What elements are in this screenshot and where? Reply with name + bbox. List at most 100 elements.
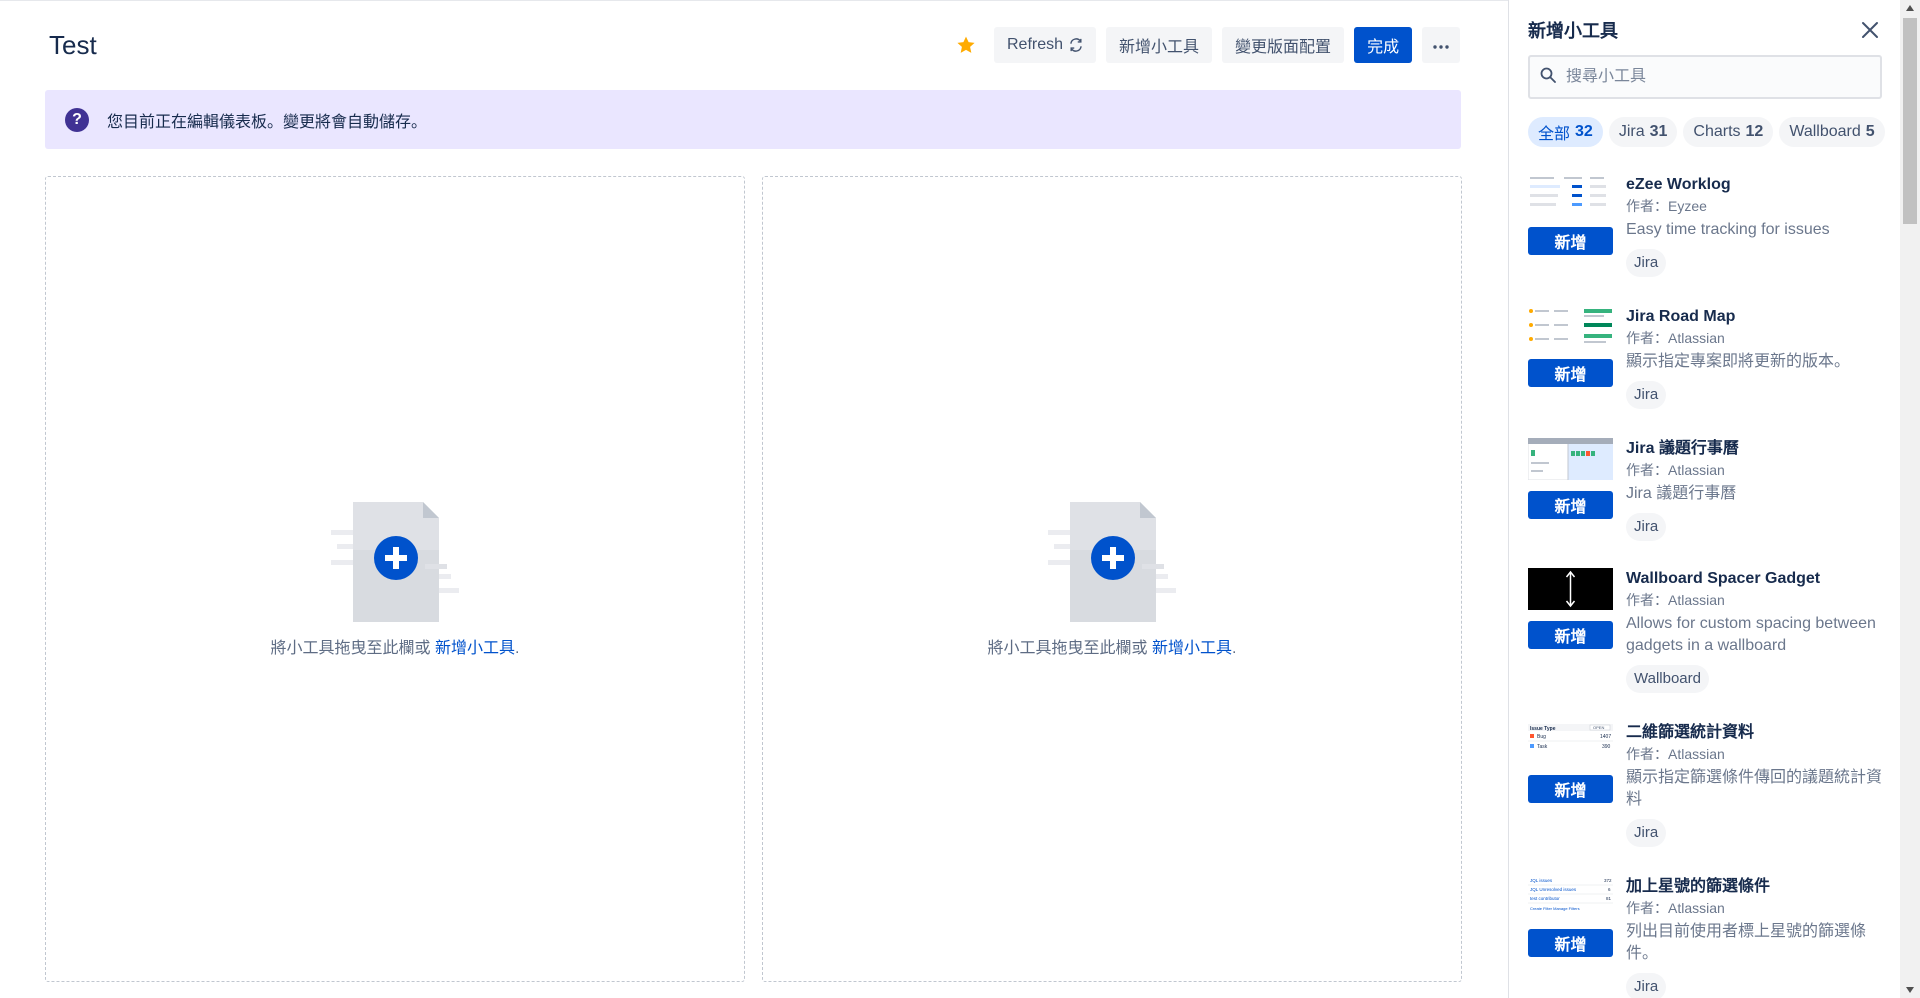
dashboard-column-2[interactable]: 將小工具拖曳至此欄或 新增小工具.	[762, 176, 1462, 982]
gadget-item: 新增 eZee Worklog 作者：Eyzee Easy time track…	[1528, 170, 1888, 302]
scrollbar-thumb[interactable]	[1903, 18, 1917, 224]
dashboard-editor: Test Refresh 新增小工具 變更版面配置 完成 ? 您目前正在編輯儀表…	[0, 0, 1920, 998]
gadget-author: 作者：Atlassian	[1626, 592, 1725, 608]
gadget-item: JQL issues 372 JQL Unresolved issues 6 t…	[1528, 872, 1888, 998]
refresh-label: Refresh	[1007, 36, 1064, 53]
panel-title: 新增小工具	[1528, 21, 1618, 41]
gadget-info: 二維篩選統計資料 作者：Atlassian 顯示指定篩選條件傳回的議題統計資料 …	[1626, 723, 1886, 847]
add-gadget-panel: 新增小工具 全部32 Jira31 Charts12 Wallboard5	[1508, 0, 1900, 998]
gadget-description: Allows for custom spacing between gadget…	[1626, 615, 1876, 654]
gadget-name: Jira 議題行事曆	[1626, 440, 1739, 457]
search-input[interactable]	[1566, 68, 1866, 86]
thumb-row-label: JQL issues	[1530, 878, 1553, 883]
thumb-row-value: 1407	[1600, 734, 1611, 740]
gadget-thumbnail-icon: JQL issues 372 JQL Unresolved issues 6 t…	[1528, 876, 1613, 918]
gadget-info: Wallboard Spacer Gadget 作者：Atlassian All…	[1626, 569, 1886, 693]
thumb-row-label: Bug	[1537, 734, 1546, 740]
drop-hint-text: 將小工具拖曳至此欄或	[987, 640, 1152, 657]
filter-count: 5	[1865, 123, 1875, 140]
dashboard-toolbar: Refresh 新增小工具 變更版面配置 完成	[952, 27, 1461, 63]
banner-text: 您目前正在編輯儀表板。變更將會自動儲存。	[107, 113, 428, 131]
gadget-author: 作者：Atlassian	[1626, 462, 1725, 478]
add-gadget-link[interactable]: 新增小工具	[1152, 640, 1232, 657]
add-gadget-illustration-icon	[1048, 502, 1176, 622]
drop-hint-suffix: .	[515, 640, 520, 657]
add-gadget-button[interactable]: 新增	[1528, 227, 1613, 255]
done-button[interactable]: 完成	[1354, 27, 1413, 63]
add-gadget-link[interactable]: 新增小工具	[435, 640, 515, 657]
gadget-tag: Jira	[1626, 819, 1667, 847]
filter-charts[interactable]: Charts 12	[1683, 117, 1774, 147]
add-gadget-button[interactable]: 新增	[1528, 359, 1613, 387]
gadget-description: Jira 議題行事曆	[1626, 485, 1737, 502]
filter-label: 全部	[1538, 126, 1571, 143]
thumb-row-value: 372	[1604, 878, 1612, 883]
gadget-info: Jira Road Map 作者：Atlassian 顯示指定專案即將更新的版本…	[1626, 307, 1886, 409]
drop-hint: 將小工具拖曳至此欄或 新增小工具.	[46, 634, 744, 658]
filter-count: 31	[1649, 123, 1668, 140]
gadget-tag: Jira	[1626, 381, 1667, 409]
add-gadget-illustration-icon	[331, 502, 459, 622]
gadget-item: 新增 Wallboard Spacer Gadget 作者：Atlassian …	[1528, 564, 1888, 718]
gadget-description: Easy time tracking for issues	[1626, 221, 1830, 238]
gadget-name: Wallboard Spacer Gadget	[1626, 570, 1821, 587]
thumb-row-label: test contributor	[1530, 896, 1560, 901]
drop-hint: 將小工具拖曳至此欄或 新增小工具.	[763, 634, 1461, 658]
gadget-tag: Wallboard	[1626, 665, 1709, 693]
gadget-author: 作者：Atlassian	[1626, 330, 1725, 346]
gadget-list: 新增 eZee Worklog 作者：Eyzee Easy time track…	[1528, 170, 1888, 998]
thumb-row-value: 390	[1602, 744, 1611, 750]
filter-count: 32	[1575, 123, 1593, 140]
add-gadget-button[interactable]: 新增小工具	[1106, 27, 1213, 63]
filter-label: Wallboard	[1789, 123, 1861, 140]
question-icon: ?	[65, 107, 89, 132]
thumb-row-value: 81	[1606, 896, 1612, 901]
change-layout-button[interactable]: 變更版面配置	[1222, 27, 1345, 63]
gadget-name: 加上星號的篩選條件	[1626, 878, 1771, 895]
gadget-author: 作者：Atlassian	[1626, 746, 1725, 762]
gadget-item: 新增 Jira Road Map 作者：Atlassian 顯示指定專案即將更新…	[1528, 302, 1888, 434]
filter-wallboard[interactable]: Wallboard 5	[1779, 117, 1885, 147]
gadget-info: Jira 議題行事曆 作者：Atlassian Jira 議題行事曆 Jira	[1626, 439, 1886, 541]
star-icon[interactable]	[952, 31, 980, 59]
panel-scrollbar[interactable]	[1900, 0, 1920, 998]
gadget-author: 作者：Atlassian	[1626, 900, 1725, 916]
gadget-description: 顯示指定專案即將更新的版本。	[1626, 353, 1851, 370]
thumb-row-label: JQL Unresolved issues	[1530, 887, 1577, 892]
drop-hint-text: 將小工具拖曳至此欄或	[270, 640, 435, 657]
add-gadget-button[interactable]: 新增	[1528, 775, 1613, 803]
filter-jira[interactable]: Jira 31	[1608, 117, 1678, 147]
thumb-col1: Issue Type	[1530, 726, 1556, 732]
gadget-tag: Jira	[1626, 973, 1667, 998]
gadget-name: 二維篩選統計資料	[1626, 724, 1755, 741]
gadget-description: 顯示指定篩選條件傳回的議題統計資料	[1626, 769, 1883, 808]
search-icon	[1540, 67, 1556, 88]
scroll-down-icon[interactable]	[1900, 982, 1920, 998]
editing-banner: ? 您目前正在編輯儀表板。變更將會自動儲存。	[45, 90, 1461, 149]
more-actions-button[interactable]	[1422, 27, 1461, 63]
gadget-tag: Jira	[1626, 249, 1667, 277]
gadget-info: eZee Worklog 作者：Eyzee Easy time tracking…	[1626, 175, 1886, 277]
more-icon	[1433, 36, 1449, 54]
scroll-up-icon[interactable]	[1900, 0, 1920, 16]
gadget-item: 新增 Jira 議題行事曆 作者：Atlassian Jira 議題行事曆 Ji…	[1528, 434, 1888, 564]
thumb-links: Create Filter Manage Filters	[1530, 906, 1580, 911]
page-title: Test	[49, 30, 97, 60]
gadget-thumbnail-icon	[1528, 438, 1613, 480]
gadget-info: 加上星號的篩選條件 作者：Atlassian 列出目前使用者標上星號的篩選條件。…	[1626, 877, 1886, 998]
dashboard-column-1[interactable]: 將小工具拖曳至此欄或 新增小工具.	[45, 176, 745, 982]
filter-label: Charts	[1693, 123, 1741, 140]
add-gadget-button[interactable]: 新增	[1528, 929, 1613, 957]
thumb-col2: OPEN	[1593, 725, 1604, 730]
thumb-row-label: Task	[1537, 744, 1548, 750]
filter-label: Jira	[1618, 123, 1645, 140]
refresh-icon	[1069, 38, 1083, 52]
close-icon[interactable]	[1856, 16, 1884, 44]
filter-all[interactable]: 全部 32	[1528, 117, 1603, 147]
gadget-item: Issue Type OPEN Bug 1407 Task 390 新增 二維篩…	[1528, 718, 1888, 872]
refresh-button[interactable]: Refresh	[994, 27, 1097, 63]
gadget-name: eZee Worklog	[1626, 176, 1731, 193]
add-gadget-button[interactable]: 新增	[1528, 621, 1613, 649]
gadget-thumbnail-icon	[1528, 306, 1613, 348]
add-gadget-button[interactable]: 新增	[1528, 491, 1613, 519]
